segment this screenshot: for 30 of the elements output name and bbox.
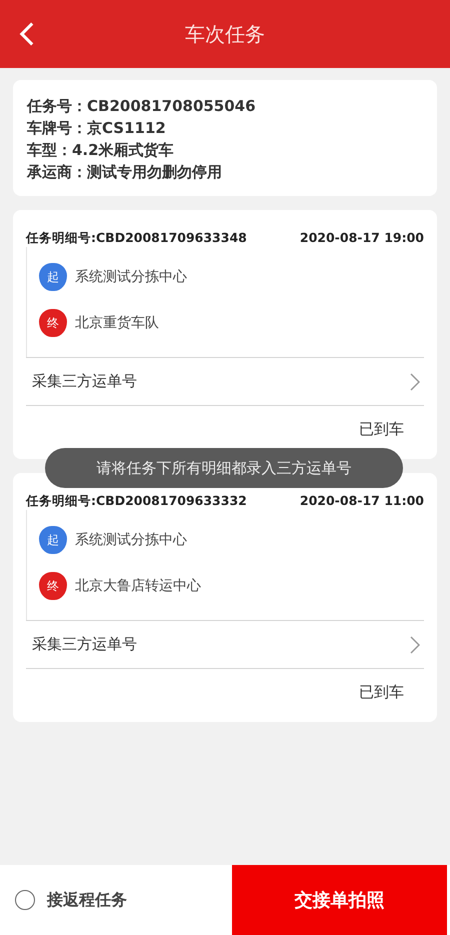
collect-label: 采集三方运单号 (32, 635, 137, 654)
detail-number: 任务明细号:CBD20081709633332 (26, 493, 247, 510)
task-info-line: 承运商：测试专用勿删勿停用 (27, 162, 223, 182)
location-pin-icon: 终 (39, 572, 67, 600)
collect-label: 采集三方运单号 (32, 372, 137, 391)
collect-row[interactable]: 采集三方运单号 (26, 357, 424, 406)
return-task-label: 接返程任务 (47, 890, 127, 910)
photo-button[interactable]: 交接单拍照 (232, 865, 447, 935)
arrival-status: 已到车 (359, 420, 404, 439)
location-pin-icon: 终 (39, 309, 67, 337)
task-info-line: 车型：4.2米厢式货车 (27, 140, 175, 160)
toast-message: 请将任务下所有明细都录入三方运单号 (45, 448, 403, 488)
stop-name: 系统测试分拣中心 (75, 531, 187, 549)
arrival-status: 已到车 (359, 683, 404, 702)
task-info-line: 车牌号：京CS1112 (27, 118, 167, 138)
chevron-right-icon (410, 636, 420, 654)
location-pin-icon: 起 (39, 526, 67, 554)
collect-row[interactable]: 采集三方运单号 (26, 620, 424, 669)
chevron-right-icon (410, 372, 420, 390)
location-pin-icon: 起 (39, 263, 67, 291)
stop-name: 系统测试分拣中心 (75, 268, 187, 286)
detail-time: 2020-08-17 19:00 (300, 230, 424, 247)
stop-name: 北京重货车队 (75, 314, 159, 332)
page-title: 车次任务 (185, 20, 265, 48)
detail-number: 任务明细号:CBD20081709633348 (26, 230, 247, 247)
back-icon[interactable] (18, 21, 36, 47)
task-info-line: 任务号：CB20081708055046 (27, 96, 257, 116)
detail-time: 2020-08-17 11:00 (300, 493, 424, 510)
radio-button[interactable] (15, 890, 35, 910)
stop-name: 北京大鲁店转运中心 (75, 577, 201, 595)
